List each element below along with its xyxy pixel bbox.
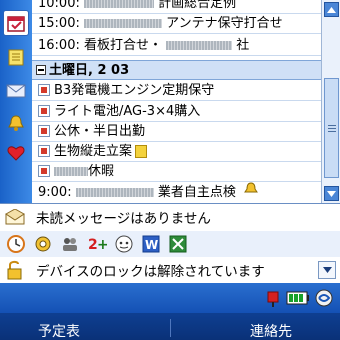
collapse-icon[interactable] xyxy=(36,64,46,75)
event-time: 16:00: xyxy=(38,38,80,53)
event-title-suffix: 社 xyxy=(236,38,250,53)
messages-text: 未読メッセージはありません xyxy=(36,211,211,227)
vertical-scrollbar[interactable] xyxy=(321,0,340,203)
event-title: 公休・半日出勤 xyxy=(54,124,146,139)
chevron-down-icon[interactable] xyxy=(318,261,336,279)
scroll-down-button[interactable] xyxy=(324,186,339,201)
envelope-icon xyxy=(2,206,28,228)
event-time: 9:00: xyxy=(38,185,72,200)
svg-text:W: W xyxy=(145,238,158,252)
date-label: 土曜日, 2 03 xyxy=(49,63,130,78)
app-launcher-row: 2 + W xyxy=(0,231,340,257)
note-icon xyxy=(135,145,148,158)
scroll-up-button[interactable] xyxy=(324,2,339,17)
redacted-text xyxy=(83,0,154,8)
event-time: 10:00: xyxy=(38,0,80,11)
list-item[interactable]: 公休・半日出勤 xyxy=(32,122,321,142)
event-icon xyxy=(38,83,50,96)
list-item[interactable]: 16:00: 看板打合せ・ 社 xyxy=(32,36,321,56)
event-title: 看板打合せ・ xyxy=(83,38,162,53)
softkey-contacts[interactable]: 連絡先 xyxy=(250,321,292,340)
softkey-bar: 予定表 連絡先 xyxy=(0,313,340,340)
connectivity-icon[interactable] xyxy=(314,288,334,308)
padlock-icon xyxy=(2,259,28,281)
event-time: 15:00: xyxy=(38,16,80,31)
gear-app-icon[interactable] xyxy=(32,233,54,255)
left-shortcut-bar xyxy=(0,0,32,203)
messenger-app-icon[interactable] xyxy=(113,233,135,255)
list-item[interactable]: 生物縦走立案 xyxy=(32,142,321,162)
event-icon xyxy=(38,144,50,157)
device-lock-status[interactable]: デバイスのロックは解除されています xyxy=(0,257,340,283)
calendar-agenda: 10:00: 計画総合定例 15:00: アンテナ保守打合せ 16:00: 看板… xyxy=(0,0,340,203)
clock-app-icon[interactable] xyxy=(5,233,27,255)
calculator-app-icon[interactable]: 2 + xyxy=(86,233,108,255)
event-icon xyxy=(38,124,50,137)
people-app-icon[interactable] xyxy=(59,233,81,255)
svg-text:+: + xyxy=(97,237,107,253)
calendar-check-icon[interactable] xyxy=(3,10,29,36)
list-item[interactable]: ライト電池/AG-3×4購入 xyxy=(32,102,321,122)
word-app-icon[interactable]: W xyxy=(140,233,162,255)
event-icon xyxy=(38,104,50,117)
softkey-divider xyxy=(170,319,171,337)
list-item[interactable]: 15:00: アンテナ保守打合せ xyxy=(32,14,321,34)
redacted-text xyxy=(75,188,154,197)
antenna-signal-icon[interactable] xyxy=(262,288,284,308)
battery-icon[interactable] xyxy=(286,288,310,308)
event-title: 生物縦走立案 xyxy=(54,144,133,159)
lock-status-text: デバイスのロックは解除されています xyxy=(36,264,265,280)
system-tray xyxy=(0,283,340,313)
list-item[interactable]: 10:00: 計画総合定例 xyxy=(32,0,321,14)
bell-icon[interactable] xyxy=(3,110,29,136)
notes-icon[interactable] xyxy=(3,44,29,70)
agenda-list: 10:00: 計画総合定例 15:00: アンテナ保守打合せ 16:00: 看板… xyxy=(32,0,321,203)
alarm-bell-icon xyxy=(244,182,258,203)
list-item[interactable]: 9:00: 業者自主点検 xyxy=(32,182,321,202)
redacted-text xyxy=(83,19,162,28)
event-title: 業者自主点検 xyxy=(157,185,236,200)
heart-icon[interactable] xyxy=(3,140,29,166)
mail-icon[interactable] xyxy=(3,78,29,104)
today-status-panel: 未読メッセージはありません 2 + W デバイスのロックは解除されています xyxy=(0,203,340,283)
scroll-thumb[interactable] xyxy=(324,78,339,178)
event-title: B3発電機エンジン定期保守 xyxy=(54,83,215,98)
list-item[interactable]: 休暇 xyxy=(32,162,321,182)
event-icon xyxy=(38,164,50,177)
event-title: 計画総合定例 xyxy=(158,0,237,11)
event-title: ライト電池/AG-3×4購入 xyxy=(54,104,201,119)
redacted-text xyxy=(54,167,88,176)
date-header[interactable]: 土曜日, 2 03 xyxy=(32,60,321,80)
softkey-calendar[interactable]: 予定表 xyxy=(38,321,80,340)
list-item[interactable]: B3発電機エンジン定期保守 xyxy=(32,81,321,101)
messages-status[interactable]: 未読メッセージはありません xyxy=(0,204,340,230)
redacted-text xyxy=(166,41,233,50)
excel-app-icon[interactable] xyxy=(167,233,189,255)
event-title: 休暇 xyxy=(88,164,115,179)
event-title: アンテナ保守打合せ xyxy=(166,16,283,31)
